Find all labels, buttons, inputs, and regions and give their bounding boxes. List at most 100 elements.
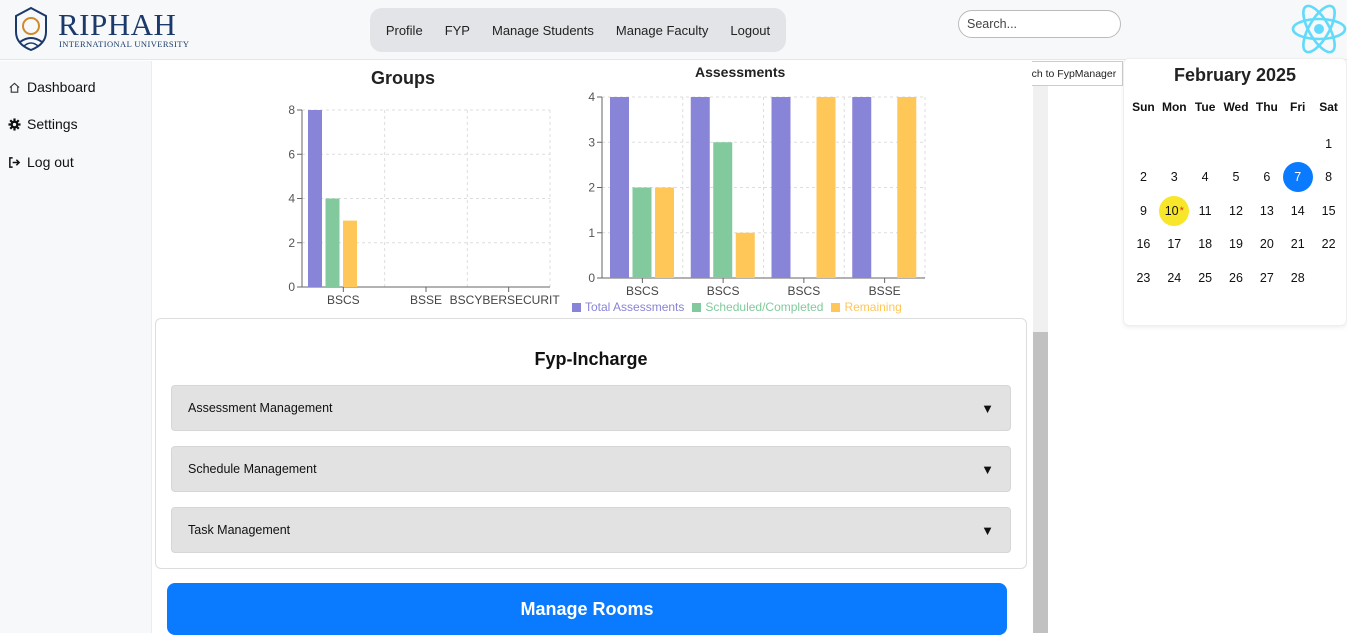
sidebar-item-settings[interactable]: Settings [8, 116, 78, 132]
calendar-cell: 18 [1190, 229, 1221, 259]
calendar-day[interactable]: 28 [1283, 263, 1313, 293]
calendar-day-number: 7 [1294, 170, 1302, 185]
calendar-day-number: 17 [1167, 237, 1182, 252]
calendar-day[interactable]: 18 [1190, 229, 1220, 259]
x-tick-label: BSCS [327, 293, 360, 307]
calendar-day[interactable]: 16 [1128, 229, 1158, 259]
assessment-management-accordion[interactable]: Assessment Management ▼ [171, 385, 1011, 431]
legend-label: Remaining [844, 300, 902, 314]
chart-bar[interactable] [897, 97, 917, 278]
calendar-day[interactable]: 25 [1190, 263, 1220, 293]
chart-bar[interactable] [816, 97, 836, 278]
calendar-cell: 26 [1221, 263, 1252, 293]
calendar-day[interactable]: 2 [1128, 162, 1158, 192]
calendar-day[interactable]: 26 [1221, 263, 1251, 293]
calendar-day[interactable]: 21 [1283, 229, 1313, 259]
nav-manage-faculty[interactable]: Manage Faculty [616, 23, 709, 38]
calendar-day[interactable]: 4 [1190, 162, 1220, 192]
calendar-day-number: 9 [1139, 203, 1147, 218]
home-icon [9, 82, 20, 93]
x-tick-label: BSCS [707, 284, 740, 298]
chart-bar[interactable] [771, 97, 791, 278]
calendar-cell: 27 [1251, 263, 1282, 293]
calendar-month-title: February 2025 [1173, 65, 1297, 85]
calendar-day[interactable]: 9 [1128, 196, 1158, 226]
calendar-day[interactable]: 1 [1314, 129, 1344, 159]
calendar-cell: 19 [1221, 229, 1252, 259]
nav-profile[interactable]: Profile [386, 23, 423, 38]
y-tick-label: 6 [288, 147, 295, 161]
calendar-day[interactable]: 27 [1252, 263, 1282, 293]
y-tick-label: 3 [588, 135, 595, 149]
sidebar-item-dashboard[interactable]: Dashboard [8, 79, 96, 95]
legend-item-scheduled: Scheduled/Completed [692, 300, 823, 314]
nav-fyp[interactable]: FYP [445, 23, 470, 38]
calendar-cell: 3 [1159, 162, 1190, 192]
calendar-day[interactable]: 10 * [1159, 195, 1190, 226]
calendar-day[interactable]: 8 [1314, 162, 1344, 192]
calendar-cell: 6 [1251, 162, 1282, 192]
nav-manage-students[interactable]: Manage Students [492, 23, 594, 38]
calendar-weekday: Wed [1223, 100, 1249, 114]
chart-bar[interactable] [852, 97, 872, 278]
calendar-day[interactable]: 23 [1128, 263, 1158, 293]
accordion-label: Task Management [188, 523, 291, 537]
sidebar-item-logout[interactable]: Log out [8, 154, 74, 170]
calendar-day[interactable]: 14 [1283, 196, 1313, 226]
calendar-day-number: 14 [1290, 203, 1305, 218]
calendar-day[interactable]: 7 [1282, 162, 1313, 193]
calendar-day[interactable]: 15 [1314, 196, 1344, 226]
calendar-day-number: 5 [1232, 170, 1240, 185]
riphah-logo[interactable]: RIPHAH INTERNATIONAL UNIVERSITY [10, 6, 190, 54]
scrollbar-thumb[interactable] [1033, 332, 1048, 633]
groups-chart: 0 2 4 6 8 BSCS BSSE BSCYBERSECURITY [288, 103, 560, 307]
calendar-cell: 9 [1128, 196, 1159, 226]
calendar-day[interactable]: 11 [1190, 196, 1220, 226]
calendar-day[interactable]: 12 [1221, 196, 1251, 226]
calendar-weekday: Thu [1255, 100, 1278, 114]
calendar-day[interactable]: 5 [1221, 162, 1251, 192]
calendar-day[interactable]: 6 [1252, 162, 1282, 192]
legend-item-total: Total Assessments [572, 300, 684, 314]
schedule-management-accordion[interactable]: Schedule Management ▼ [171, 446, 1011, 492]
chart-bar[interactable] [735, 232, 755, 278]
legend-label: Total Assessments [585, 300, 685, 314]
sidebar: Dashboard Settings Log out [0, 61, 152, 633]
manage-rooms-button[interactable]: Manage Rooms [167, 583, 1007, 635]
calendar-day[interactable]: 22 [1314, 229, 1344, 259]
chart-bar[interactable] [610, 97, 629, 278]
chevron-down-icon: ▼ [981, 400, 994, 416]
chart-bar[interactable] [690, 97, 710, 278]
chart-bar[interactable] [713, 142, 733, 278]
calendar-day[interactable]: 17 [1159, 229, 1189, 259]
y-tick-label: 4 [588, 90, 595, 104]
fyp-incharge-title: Fyp-Incharge [534, 349, 648, 369]
sidebar-item-label: Dashboard [27, 79, 96, 95]
assessments-chart-title: Assessments [695, 64, 786, 80]
calendar-week-row: 23 24 25 26 27 28 [1128, 261, 1344, 295]
calendar-day[interactable]: 3 [1159, 162, 1189, 192]
chart-bar[interactable] [655, 187, 674, 279]
calendar-day-number: 27 [1259, 270, 1274, 285]
chart-bar[interactable] [325, 198, 340, 288]
chart-bar[interactable] [308, 110, 322, 287]
chart-bar[interactable] [632, 187, 652, 279]
brand-subtitle: INTERNATIONAL UNIVERSITY [59, 39, 190, 49]
calendar-day[interactable]: 13 [1252, 196, 1282, 226]
chart-bar[interactable] [343, 220, 357, 287]
calendar-cell: 1 [1313, 129, 1344, 159]
calendar-day[interactable]: 20 [1252, 229, 1282, 259]
y-tick-label: 0 [288, 280, 295, 294]
x-tick-label: BSSE [410, 293, 442, 307]
calendar-week-row: 9 10 * 11 12 13 14 15 [1128, 194, 1344, 228]
nav-logout[interactable]: Logout [730, 23, 770, 38]
calendar-cell: 11 [1190, 196, 1221, 226]
groups-chart-title: Groups [371, 68, 436, 88]
calendar-day[interactable]: 19 [1221, 229, 1251, 259]
calendar-day-number: 26 [1229, 270, 1243, 285]
calendar-day[interactable]: 24 [1159, 263, 1189, 293]
task-management-accordion[interactable]: Task Management ▼ [171, 507, 1011, 553]
calendar-cell: 22 [1313, 229, 1344, 259]
search-input[interactable] [958, 10, 1121, 38]
calendar-day-number: 20 [1259, 237, 1274, 252]
